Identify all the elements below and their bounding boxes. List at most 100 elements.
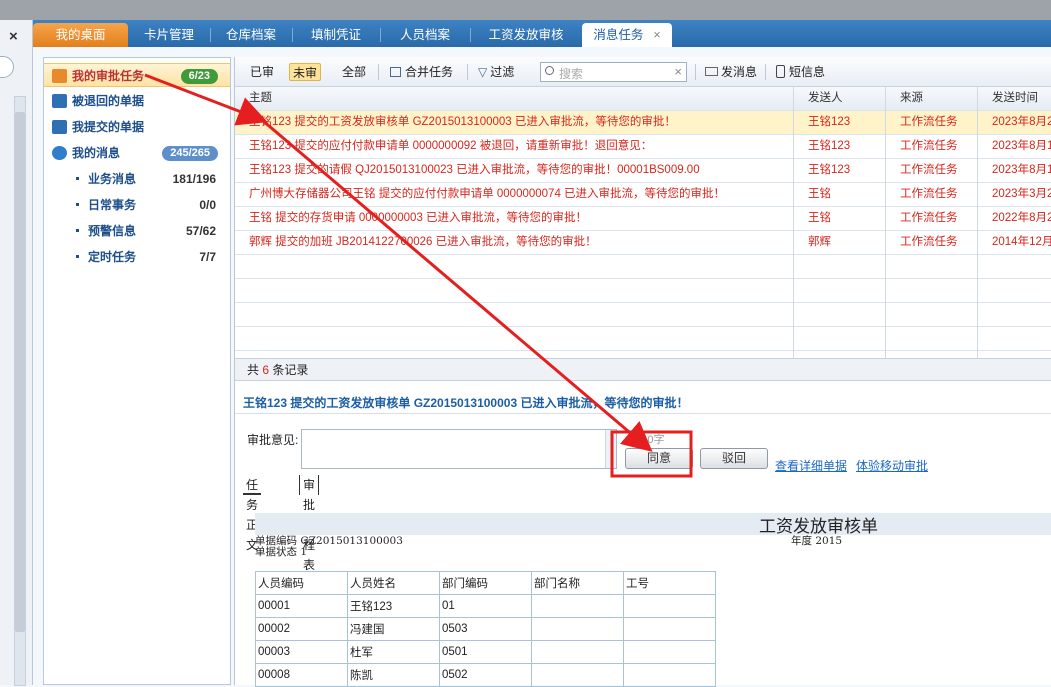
record-count-prefix: 共 [247,363,260,377]
sidebar-item-submitted[interactable]: 我提交的单据 [44,115,230,139]
return-arrow-icon [52,94,67,108]
clear-icon[interactable]: × [674,64,682,79]
row-source: 工作流任务 [900,164,958,176]
sidebar-item-my-approvals[interactable]: 我的审批任务 6/23 [44,63,230,87]
sidebar-item-my-messages[interactable]: 我的消息 245/265 [44,141,230,165]
column-header-subject[interactable]: 主题 [249,87,272,110]
scrollbar-thumb[interactable] [15,112,25,632]
opinion-textarea[interactable] [301,429,617,469]
search-input[interactable]: 搜索 × [540,62,687,82]
row-sender: 王铭 [808,212,831,224]
row-subject: 郭辉 提交的加班 JB2014122700026 已进入审批流，等待您的审批！ [249,236,597,248]
document-status-value: 1 [300,546,308,558]
table-row[interactable]: 王铭123 提交的应付付款申请单 0000000092 被退回，请重新审批！退回… [235,135,1051,159]
mobile-approval-link[interactable]: 体验移动审批 [856,457,928,474]
cell [623,594,716,618]
sidebar-subitem-business[interactable]: 业务消息 181/196 [76,168,226,190]
cell: 00002 [255,617,348,641]
tab-desktop[interactable]: 我的桌面 [33,23,128,47]
sidebar-subitem-alerts[interactable]: 预警信息 57/62 [76,220,226,242]
empty-row [235,327,1051,351]
row-subject: 王铭123 提交的请假 QJ2015013100023 已进入审批流，等待您的审… [249,164,700,176]
tab-message-tasks[interactable]: 消息任务 × [582,23,672,47]
row-source: 工作流任务 [900,236,958,248]
search-placeholder: 搜索 [559,67,584,81]
row-subject: 王铭123 提交的应付付款申请单 0000000092 被退回，请重新审批！退回… [249,140,653,152]
cell [531,640,624,664]
detail-title: 王铭123 提交的工资发放审核单 GZ2015013100003 已进入审批流，… [243,396,689,410]
search-box-fragment[interactable] [0,56,14,78]
bullet-icon [76,229,79,232]
table-row[interactable]: 王铭123 提交的工资发放审核单 GZ2015013100003 已进入审批流，… [235,111,1051,135]
row-time: 2023年8月23 [992,116,1051,128]
row-sender: 郭辉 [808,236,831,248]
opinion-label: 审批意见: [247,433,299,447]
document-year: 年度 2015 [791,535,843,547]
sidebar-subitem-scheduled[interactable]: 定时任务 7/7 [76,246,226,268]
toolbar-separator [378,64,379,80]
document-year-value: 2015 [815,535,843,547]
filter-all-button[interactable]: 全部 [339,63,369,81]
column-header-sender[interactable]: 发送人 [808,87,843,110]
sidebar-item-label: 被退回的单据 [72,94,145,108]
column-header-time[interactable]: 发送时间 [992,87,1038,110]
filter-pending-button[interactable]: 未审 [289,63,322,81]
toolbar-separator [695,64,696,80]
row-source: 工作流任务 [900,188,958,200]
cell [531,594,624,618]
table-row[interactable]: 王铭123 提交的请假 QJ2015013100023 已进入审批流，等待您的审… [235,159,1051,183]
opinion-scrollbar[interactable] [605,430,616,468]
column-header-source[interactable]: 来源 [900,87,923,110]
cell: 01 [439,594,532,618]
tab-voucher-entry[interactable]: 填制凭证 [292,23,380,47]
merge-tasks-button[interactable]: 合并任务 [387,63,456,81]
row-subject: 王铭123 提交的工资发放审核单 GZ2015013100003 已进入审批流，… [249,116,676,128]
header-cell: 工号 [623,571,716,595]
row-sender: 王铭123 [808,140,851,152]
tab-close-icon[interactable]: × [653,28,660,42]
tab-task-body[interactable]: 任务正文 [243,475,262,552]
table-row: 00003 杜军 0501 [255,640,716,664]
salary-table: 人员编码 人员姓名 部门编码 部门名称 工号 00001 王铭123 01 0000… [255,571,716,687]
row-time: 2023年3月23 [992,188,1051,200]
forward-arrow-icon [52,120,67,134]
document-title: 工资发放审核单 [759,517,878,536]
filter-approved-button[interactable]: 已审 [247,63,277,81]
reject-button[interactable]: 驳回 [700,448,768,469]
table-row[interactable]: 王铭 提交的存货申请 0000000003 已进入审批流，等待您的审批！ 王铭 … [235,207,1051,231]
table-row[interactable]: 郭辉 提交的加班 JB2014122700026 已进入审批流，等待您的审批！ … [235,231,1051,255]
empty-row [235,255,1051,279]
bullet-icon [76,177,79,180]
send-message-button[interactable]: 发消息 [702,63,760,81]
tab-approval-progress[interactable]: 审批进程表 [299,475,320,572]
funnel-icon: ▽ [478,65,488,79]
column-divider [793,87,794,358]
cell: 00003 [255,640,348,664]
title-strip [0,0,1051,20]
tab-warehouse-archive[interactable]: 仓库档案 [210,23,292,47]
row-time: 2023年8月16 [992,164,1051,176]
tab-personnel-archive[interactable]: 人员档案 [380,23,470,47]
close-icon[interactable]: × [9,28,18,45]
count-badge: 245/265 [162,146,218,161]
document-header-band [255,513,1051,535]
filter-button[interactable]: ▽ 过滤 [475,63,517,81]
view-detail-link[interactable]: 查看详细单据 [775,457,847,474]
cell: 0503 [439,617,532,641]
sidebar-subitem-count: 181/196 [172,172,216,186]
record-count: 共 6 条记录 [235,358,1051,381]
left-collapsed-panel: × [0,20,33,686]
cell: 杜军 [347,640,440,664]
agree-button[interactable]: 同意 [625,448,693,469]
sidebar-item-returned[interactable]: 被退回的单据 [44,89,230,113]
bullet-icon [76,255,79,258]
envelope-icon [705,67,718,76]
sidebar-subitem-label: 日常事务 [88,198,137,212]
sms-button[interactable]: 短信息 [773,63,828,81]
sidebar-item-label: 我的消息 [72,146,121,160]
row-time: 2022年8月23 [992,212,1051,224]
table-row[interactable]: 广州博大存储器公司王铭 提交的应付付款申请单 0000000074 已进入审批流… [235,183,1051,207]
tab-salary-review[interactable]: 工资发放审核 [470,23,582,47]
sidebar-subitem-daily[interactable]: 日常事务 0/0 [76,194,226,216]
tab-card-management[interactable]: 卡片管理 [128,23,210,47]
